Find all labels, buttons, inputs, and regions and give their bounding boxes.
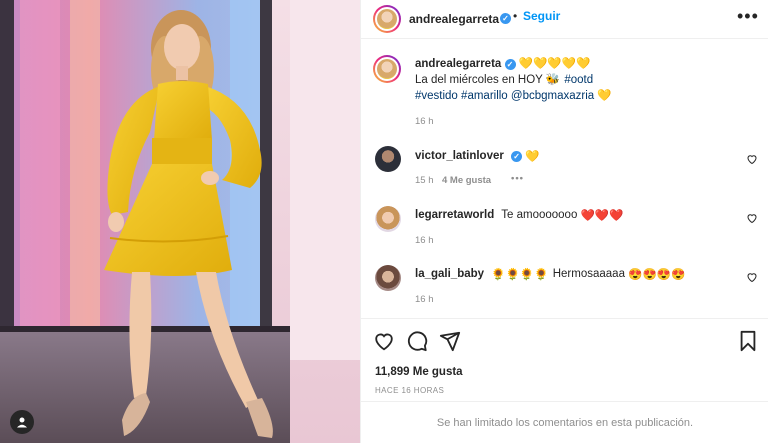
post-photo[interactable] [0,0,360,443]
post-actions: 11,899 Me gusta HACE 16 HORAS Se han lim… [361,318,768,443]
caption: andrealegarreta ✓ 💛💛💛💛💛 La del miércoles… [415,56,745,104]
comments-limited-notice: Se han limitado los comentarios en esta … [361,401,768,444]
comment-more-icon[interactable]: ••• [511,173,524,184]
author-avatar[interactable] [373,5,401,33]
yellow-heart-icon: 💛💛💛💛💛 [518,58,591,70]
comment-username[interactable]: victor_latinlover [415,150,504,162]
caption-time[interactable]: 16 h [415,116,434,127]
yellow-heart-icon: 💛 [525,151,540,163]
comment-row: victor_latinlover ✓ 💛 [415,149,541,163]
photo-illustration [0,0,360,443]
bookmark-icon[interactable] [737,330,759,352]
red-heart-icon: ❤️❤️❤️ [580,210,624,222]
follow-button[interactable]: Seguir [523,9,560,23]
hashtag-link[interactable]: #ootd [564,74,593,86]
comment-avatar[interactable] [375,146,401,172]
hashtag-link[interactable]: #vestido [415,90,458,102]
verified-icon: ✓ [511,150,523,162]
like-comment-heart-icon[interactable] [746,153,758,165]
comment-row: la_gali_baby 🌻🌻🌻🌻 Hermosaaaaa 😍😍😍😍 [415,267,686,281]
like-comment-heart-icon[interactable] [746,271,758,283]
verified-icon: ✓ [500,13,511,24]
verified-icon: ✓ [504,58,516,70]
comment-icon[interactable] [406,330,428,352]
instagram-post: andrealegarreta ✓ • Seguir ••• andrealeg… [0,0,768,443]
comment-text: Te amooooooo [501,209,578,222]
caption-avatar[interactable] [373,55,401,83]
bee-icon: 🐝 [545,74,561,87]
comment-avatar[interactable] [375,206,401,232]
mention-link[interactable]: @bcbgmaxazria [511,90,594,102]
comment-time[interactable]: 16 h [415,294,434,305]
more-options-icon[interactable]: ••• [737,6,759,27]
heart-icon[interactable] [373,330,395,352]
hashtag-link[interactable]: #amarillo [461,90,508,102]
user-tag-button[interactable] [10,410,34,434]
caption-username[interactable]: andrealegarreta [415,58,501,70]
comment-time[interactable]: 16 h [415,235,434,246]
caption-line: La del miércoles en HOY [415,74,543,87]
like-comment-heart-icon[interactable] [746,212,758,224]
post-side-panel: andrealegarreta ✓ • Seguir ••• andrealeg… [360,0,768,443]
comment-text: Hermosaaaaa [552,268,625,281]
comment-time[interactable]: 15 h [415,175,434,186]
comment-username[interactable]: legarretaworld [415,209,494,221]
comment-likes[interactable]: 4 Me gusta [442,175,491,186]
sunflower-icon: 🌻🌻🌻🌻 [491,269,549,281]
header-separator: • [513,9,518,23]
comment-row: legarretaworld Te amooooooo ❤️❤️❤️ [415,208,625,222]
comments-list: andrealegarreta ✓ 💛💛💛💛💛 La del miércoles… [361,40,768,320]
comment-avatar[interactable] [375,265,401,291]
yellow-heart-icon: 💛 [597,90,612,103]
heart-eyes-icon: 😍😍😍😍 [628,269,686,281]
post-time-ago[interactable]: HACE 16 HORAS [375,386,444,395]
user-tag-icon [17,417,27,428]
share-icon[interactable] [439,330,461,352]
post-header: andrealegarreta ✓ • Seguir ••• [361,0,768,39]
comment-username[interactable]: la_gali_baby [415,268,484,280]
author-username[interactable]: andrealegarreta [409,12,499,26]
likes-count[interactable]: 11,899 Me gusta [375,366,463,378]
